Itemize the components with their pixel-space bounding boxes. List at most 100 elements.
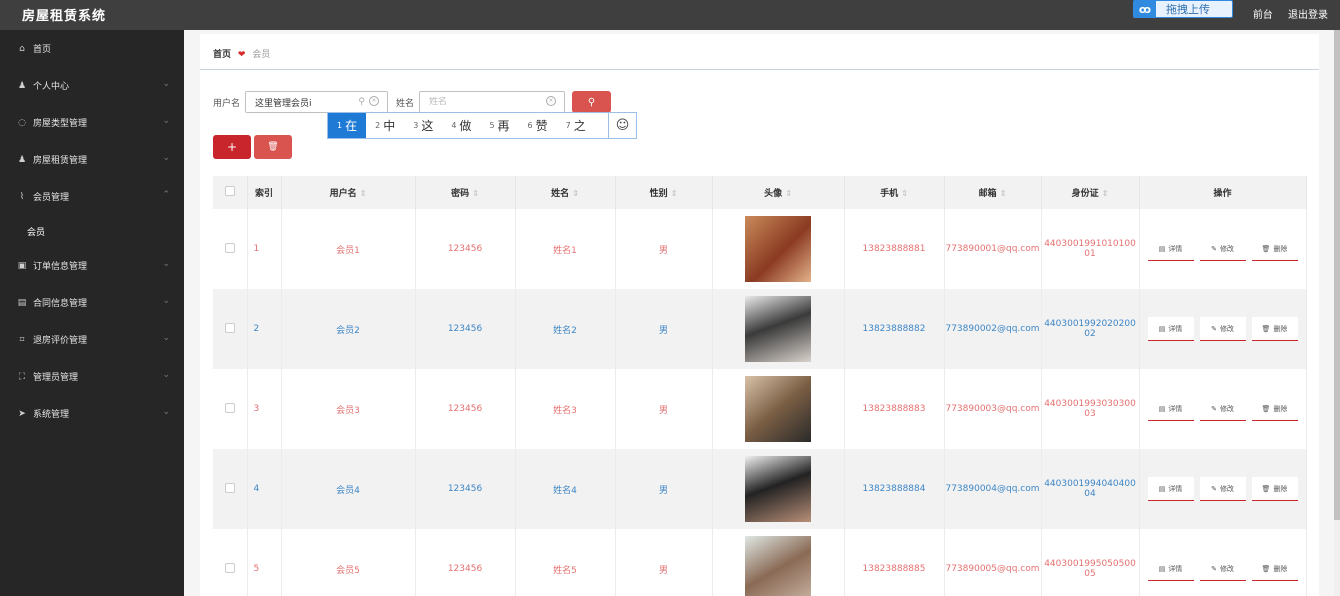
sort-icon[interactable]: ⇕ (785, 189, 792, 198)
row-checkbox[interactable] (224, 562, 235, 573)
cell-password: 123456 (415, 369, 516, 449)
row-checkbox[interactable] (224, 402, 235, 413)
delete-button[interactable]: 🗑 删除 (1251, 237, 1298, 261)
page-scrollbar[interactable] (1334, 30, 1340, 596)
ime-candidate[interactable]: 5再 (480, 113, 518, 138)
sort-icon[interactable]: ⇕ (1000, 189, 1007, 198)
sidebar-item-personal[interactable]: ♟ 个人中心 ⌄ (0, 67, 184, 104)
batch-delete-button[interactable]: 🗑 (254, 135, 292, 159)
chevron-down-icon: ⌄ (162, 333, 170, 343)
search-icon: ⚲ (358, 97, 366, 107)
delete-button[interactable]: 🗑 删除 (1251, 557, 1298, 581)
header-email[interactable]: 邮箱 ⇕ (944, 176, 1042, 209)
sidebar-item-checkout-review[interactable]: ⌗ 退房评价管理 ⌄ (0, 321, 184, 358)
edit-button[interactable]: ✎ 修改 (1199, 237, 1246, 261)
header-password[interactable]: 密码 ⇕ (415, 176, 516, 209)
delete-label: 删除 (1273, 564, 1288, 573)
ime-candidate[interactable]: 3这 (404, 113, 442, 138)
sidebar-subitem-member[interactable]: 会员 (0, 215, 184, 247)
sidebar-item-system[interactable]: ➤ 系统管理 ⌄ (0, 395, 184, 432)
username-input[interactable] (255, 97, 356, 107)
header-name[interactable]: 姓名 ⇕ (515, 176, 616, 209)
detail-button[interactable]: ▤ 详情 (1147, 237, 1194, 261)
row-checkbox[interactable] (224, 482, 235, 493)
sidebar-item-home[interactable]: ⌂ 首页 (0, 30, 184, 67)
upload-widget[interactable]: ꝏ 拖拽上传 (1133, 0, 1233, 18)
ime-candidate[interactable]: 1在 (328, 113, 367, 138)
detail-button[interactable]: ▤ 详情 (1147, 397, 1194, 421)
sort-icon[interactable]: ⇕ (572, 189, 579, 198)
clear-icon[interactable]: × (546, 96, 557, 106)
detail-button[interactable]: ▤ 详情 (1147, 317, 1194, 341)
sidebar-item-order[interactable]: ▣ 订单信息管理 ⌄ (0, 247, 184, 284)
cell-phone: 13823888883 (844, 369, 945, 449)
header-avatar[interactable]: 头像 ⇕ (712, 176, 845, 209)
header-gender[interactable]: 性别 ⇕ (615, 176, 713, 209)
member-table: 索引 用户名 ⇕ 密码 ⇕ 姓名 ⇕ 性别 ⇕ 头像 ⇕ 手机 ⇕ 邮箱 ⇕ 身… (213, 176, 1307, 596)
row-checkbox[interactable] (224, 322, 235, 333)
chevron-down-icon: ⌄ (162, 153, 170, 163)
sidebar-item-member[interactable]: ⌇ 会员管理 ⌃ (0, 178, 184, 215)
sidebar-item-house-type[interactable]: ◌ 房屋类型管理 ⌄ (0, 104, 184, 141)
cell-email: 773890005@qq.com (944, 529, 1042, 596)
front-link[interactable]: 前台 (1253, 10, 1273, 21)
row-select-cell (213, 529, 248, 596)
chevron-down-icon: ⌄ (162, 116, 170, 126)
header-phone[interactable]: 手机 ⇕ (844, 176, 945, 209)
upload-label: 拖拽上传 (1166, 3, 1210, 16)
header-username[interactable]: 用户名 ⇕ (281, 176, 416, 209)
user-icon: ♟ (17, 154, 27, 165)
header-idcard[interactable]: 身份证 ⇕ (1041, 176, 1140, 209)
edit-button[interactable]: ✎ 修改 (1199, 397, 1246, 421)
search-button[interactable]: ⚲ (572, 91, 612, 113)
select-all-checkbox[interactable] (224, 186, 235, 196)
table-row: 5 会员5 123456 姓名5 男 13823888885 773890005… (213, 529, 1307, 596)
sort-icon[interactable]: ⇕ (901, 189, 908, 198)
detail-button[interactable]: ▤ 详情 (1147, 557, 1194, 581)
cell-avatar (712, 369, 845, 449)
send-icon: ➤ (18, 408, 26, 419)
sort-icon[interactable]: ⇕ (1102, 189, 1109, 198)
ime-candidate[interactable]: 6赞 (519, 113, 557, 138)
delete-label: 删除 (1273, 484, 1288, 493)
edit-button[interactable]: ✎ 修改 (1199, 477, 1246, 501)
header-label: 性别 (649, 189, 668, 199)
scrollbar-thumb[interactable] (1334, 30, 1340, 520)
detail-button[interactable]: ▤ 详情 (1147, 477, 1194, 501)
trash-icon: 🗑 (267, 142, 279, 152)
sidebar-item-label: 订单信息管理 (33, 262, 88, 272)
emoji-icon[interactable]: ☺ (608, 113, 636, 138)
add-button[interactable]: + (213, 135, 251, 159)
sort-icon[interactable]: ⇕ (360, 189, 367, 198)
delete-label: 删除 (1273, 404, 1288, 413)
ime-candidate[interactable]: 7之 (557, 113, 595, 138)
delete-button[interactable]: 🗑 删除 (1251, 317, 1298, 341)
ime-candidate[interactable]: 2中 (366, 113, 404, 138)
sidebar: ⌂ 首页 ♟ 个人中心 ⌄ ◌ 房屋类型管理 ⌄ ♟ 房屋租赁管理 ⌄ ⌇ 会员… (0, 30, 184, 596)
name-input[interactable] (429, 97, 530, 107)
avatar-image (745, 376, 811, 442)
row-checkbox[interactable] (224, 242, 235, 253)
sidebar-item-admin[interactable]: ⛶ 管理员管理 ⌄ (0, 358, 184, 395)
sidebar-item-contract[interactable]: ▤ 合同信息管理 ⌄ (0, 284, 184, 321)
sidebar-item-house-rental[interactable]: ♟ 房屋租赁管理 ⌄ (0, 141, 184, 178)
name-label: 姓名 (396, 98, 415, 109)
heart-icon: ❤ (237, 50, 246, 60)
edit-button[interactable]: ✎ 修改 (1199, 557, 1246, 581)
edit-button[interactable]: ✎ 修改 (1199, 317, 1246, 341)
sort-icon[interactable]: ⇕ (472, 189, 479, 198)
avatar-image (745, 296, 811, 362)
clear-icon[interactable]: × (369, 96, 380, 106)
delete-button[interactable]: 🗑 删除 (1251, 477, 1298, 501)
delete-button[interactable]: 🗑 删除 (1251, 397, 1298, 421)
sidebar-item-label: 管理员管理 (33, 373, 79, 383)
cell-username: 会员1 (281, 209, 416, 289)
ime-candidate[interactable]: 4做 (442, 113, 480, 138)
breadcrumb-home[interactable]: 首页 (213, 50, 231, 60)
cell-avatar (712, 529, 845, 596)
pencil-icon: ✎ (1211, 324, 1217, 333)
chevron-down-icon: ⌄ (162, 296, 170, 306)
sort-icon[interactable]: ⇕ (671, 189, 678, 198)
top-links: 前台 退出登录 (1241, 6, 1328, 21)
logout-link[interactable]: 退出登录 (1288, 10, 1328, 21)
